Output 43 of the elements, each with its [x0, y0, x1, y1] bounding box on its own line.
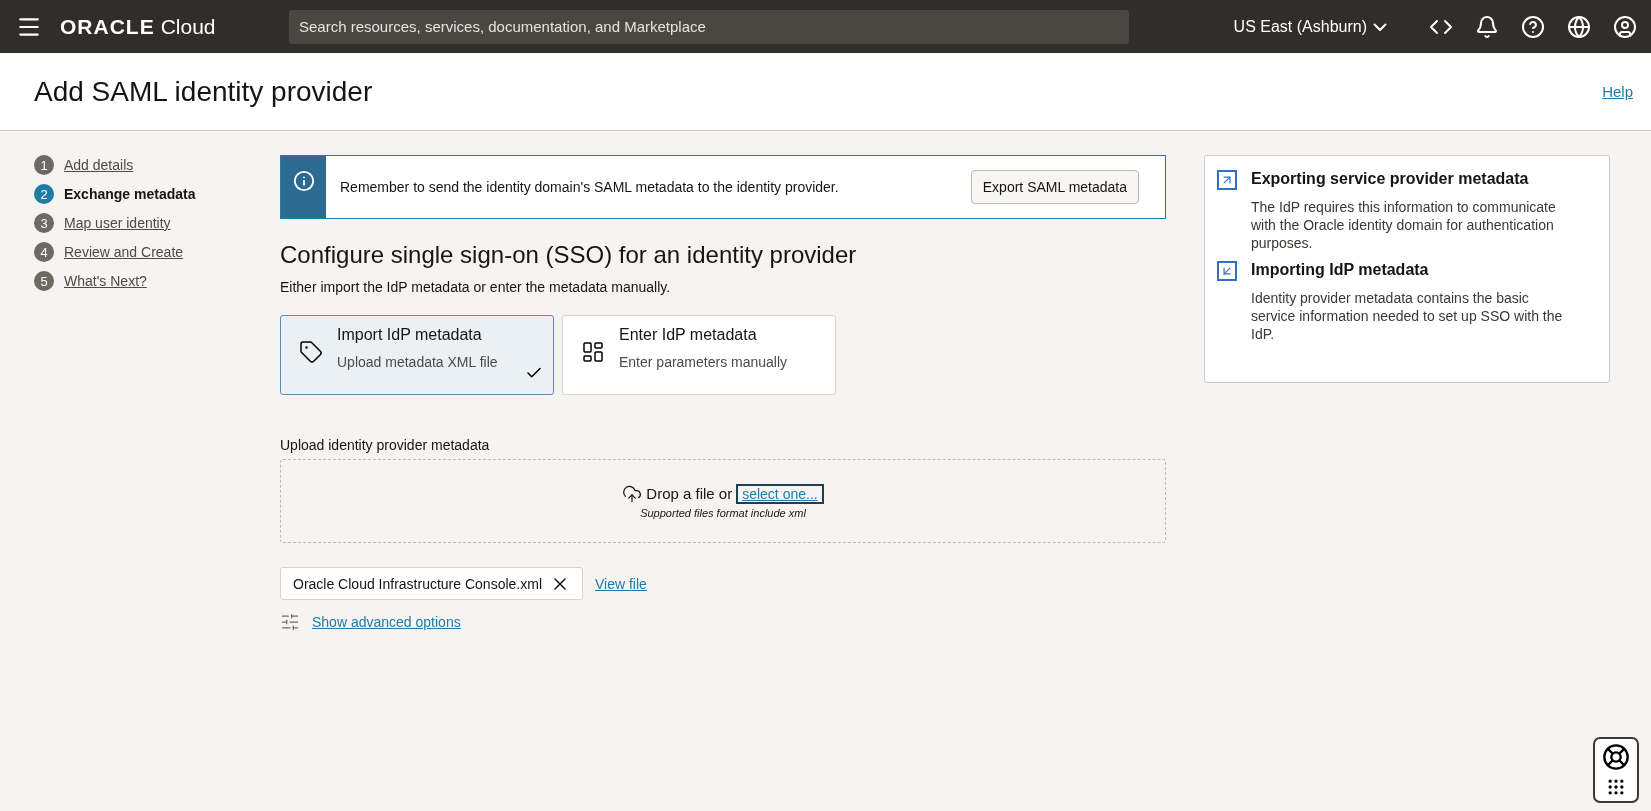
- export-button[interactable]: Export SAML metadata: [970, 170, 1139, 204]
- section-subtitle: Either import the IdP metadata or enter the metadata manually.: [280, 279, 672, 295]
- step-link[interactable]: Add details: [64, 157, 134, 173]
- panel-text: Identity provider metadata contains the basic service information needed to set up SSO with the IdP.: [1251, 288, 1564, 344]
- upload-icon: [622, 483, 643, 504]
- step-number: 1: [34, 155, 54, 175]
- tag-icon: [299, 340, 323, 364]
- step-number: 3: [34, 213, 54, 233]
- advanced-options-link[interactable]: Show advanced options: [312, 614, 461, 630]
- brand-name: ORACLE: [60, 14, 155, 39]
- step-link[interactable]: Exchange metadata: [64, 186, 196, 202]
- file-name: Oracle Cloud Infrastructure Console.xml: [293, 575, 542, 592]
- chevron-icon: [1373, 22, 1387, 31]
- help-link[interactable]: Help: [1602, 83, 1633, 100]
- search-field[interactable]: Search resources, services, documentation, and Marketplace: [289, 9, 1129, 44]
- panel-heading: Importing IdP metadata: [1251, 260, 1430, 280]
- product-name: Cloud: [160, 14, 216, 39]
- panel-text: The IdP requires this information to communicate with the Oracle identity domain for authentication purposes.: [1251, 198, 1557, 253]
- sliders-icon: [280, 612, 300, 632]
- grid-icon: [581, 340, 605, 364]
- lifebuoy-icon: [1602, 743, 1630, 771]
- option-card[interactable]: Enter IdP metadata Enter parameters manually: [562, 315, 836, 395]
- drop-zone[interactable]: Drop a file or select one... Supported files format include xml: [280, 459, 1166, 543]
- option-card[interactable]: Import IdP metadata Upload metadata XML file: [280, 315, 554, 395]
- upload-label: Upload identity provider metadata: [280, 437, 491, 453]
- step-number: 5: [34, 271, 54, 291]
- step-link[interactable]: Review and Create: [64, 244, 184, 260]
- step-number: 4: [34, 242, 54, 262]
- format-hint: Supported files format include xml: [640, 506, 806, 519]
- section-title: Configure single sign-on (SSO) for an identity provider: [280, 241, 858, 269]
- select-link[interactable]: select one...: [736, 483, 824, 504]
- info-icon: [292, 170, 315, 192]
- view-file-link[interactable]: View file: [595, 575, 647, 592]
- banner-text: Remember to send the identity domain's SAML metadata to the identity provider.: [339, 178, 840, 197]
- dots-icon: [1606, 777, 1626, 797]
- panel-heading: Exporting service provider metadata: [1251, 170, 1530, 189]
- step-link[interactable]: Map user identity: [64, 215, 171, 231]
- support-button[interactable]: [1593, 737, 1639, 803]
- page-title: Add SAML identity provider: [34, 75, 373, 108]
- step-number: 2: [34, 184, 54, 204]
- region-selector[interactable]: US East (Ashburn): [1227, 16, 1393, 37]
- step-link[interactable]: What's Next?: [64, 273, 147, 289]
- drop-text: Drop a file or: [646, 485, 733, 502]
